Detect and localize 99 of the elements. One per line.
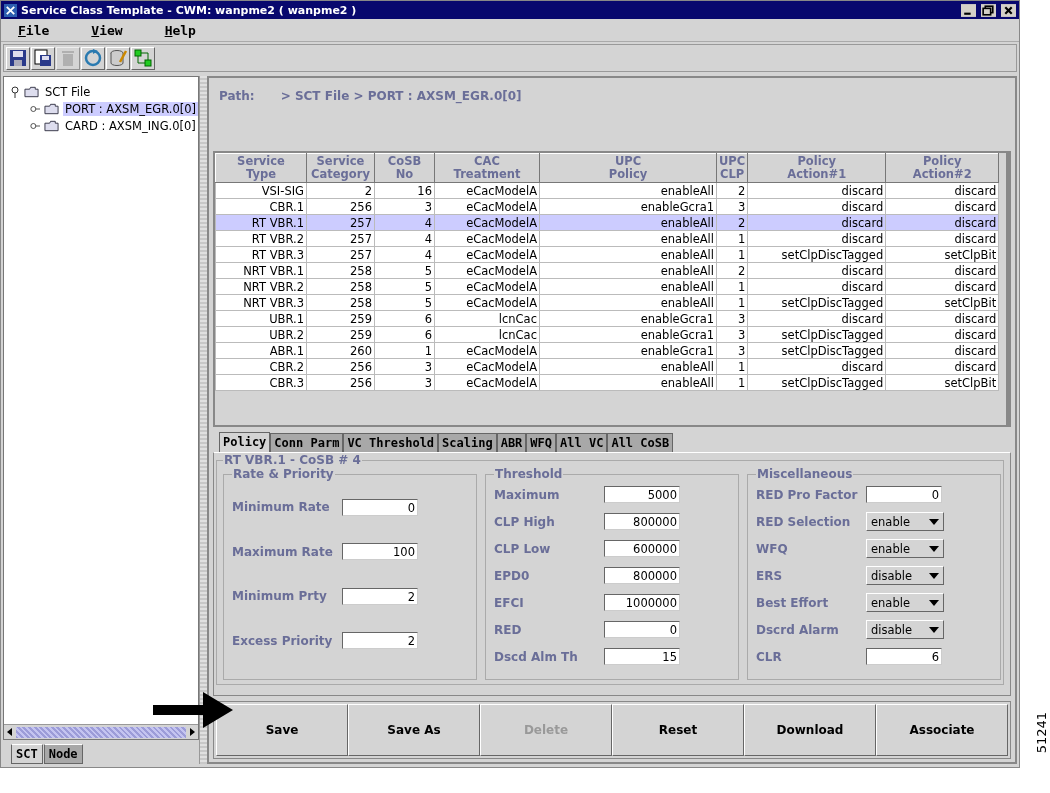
tree-item[interactable]: PORT : AXSM_EGR.0[0]	[63, 101, 199, 116]
folder-icon	[44, 119, 59, 132]
field-label: RED	[494, 622, 523, 637]
scrollbar[interactable]	[4, 724, 199, 739]
input-field[interactable]: 100	[342, 543, 418, 561]
table-row[interactable]: UBR.1 259 6 lcnCac enableGcra1 3 discard discard	[215, 310, 999, 327]
field-label: CLP Low	[494, 541, 552, 556]
tree-item[interactable]: SCT File	[43, 84, 93, 99]
group-title: Miscellaneous	[756, 467, 854, 481]
input-field[interactable]: 800000	[604, 567, 680, 584]
field-label: Best Effort	[756, 595, 830, 610]
table-row[interactable]: NRT VBR.2 258 5 eCacModelA enableAll 1 discard discard	[215, 278, 999, 295]
table-row[interactable]: RT VBR.3 257 4 eCacModelA enableAll 1 setClpDiscTagged setClpBit	[215, 246, 999, 263]
dropdown[interactable]: enable	[866, 512, 944, 531]
path-label: Path:	[219, 89, 255, 105]
group-title: Rate & Priority	[232, 467, 335, 481]
table-row[interactable]: RT VBR.2 257 4 eCacModelA enableAll 1 discard discard	[215, 230, 999, 247]
arrow-icon	[153, 690, 233, 730]
dropdown[interactable]: disable	[866, 566, 944, 585]
database-pencil-icon[interactable]	[106, 46, 130, 70]
window-title: Service Class Template - CWM: wanpme2 ( wanpme2 )	[21, 3, 357, 17]
caret-icon	[929, 572, 939, 579]
input-field[interactable]: 2	[342, 587, 418, 605]
tab[interactable]: WFQ	[526, 433, 557, 452]
field-label: RED Pro Factor	[756, 487, 859, 502]
field-label: Dscrd Alarm	[756, 622, 840, 637]
dropdown[interactable]: enable	[866, 539, 944, 558]
floppy-page-icon[interactable]	[31, 46, 55, 70]
input-field[interactable]: 0	[604, 621, 680, 638]
path-value: > SCT File > PORT : AXSM_EGR.0[0]	[280, 89, 522, 106]
folder-icon	[24, 85, 39, 98]
tab[interactable]: Policy	[219, 432, 271, 452]
x-logo-icon	[4, 3, 17, 17]
table-row[interactable]: NRT VBR.1 258 5 eCacModelA enableAll 2 discard discard	[215, 262, 999, 279]
figure-number: 51241	[1034, 712, 1049, 754]
field-label: ERS	[756, 568, 784, 583]
field-label: EPD0	[494, 568, 531, 583]
maximize-icon[interactable]	[981, 3, 996, 17]
field-label: Excess Priority	[232, 633, 334, 648]
group-title: Threshold	[494, 467, 564, 481]
field-label: Maximum Rate	[232, 544, 334, 559]
dropdown[interactable]: disable	[866, 620, 944, 639]
action-button[interactable]: Save As	[348, 704, 480, 756]
field-label: Maximum	[494, 487, 561, 502]
table-row[interactable]: CBR.2 256 3 eCacModelA enableAll 1 discard discard	[215, 358, 999, 375]
field-label: EFCI	[494, 595, 525, 610]
tree-item[interactable]: CARD : AXSM_ING.0[0]	[63, 118, 198, 133]
caret-icon	[929, 545, 939, 552]
scroll-left-icon[interactable]	[6, 728, 14, 736]
field-label: CLP High	[494, 514, 556, 529]
tab[interactable]: All VC	[556, 433, 608, 452]
table-row[interactable]: NRT VBR.3 258 5 eCacModelA enableAll 1 setClpDiscTagged setClpBit	[215, 294, 999, 311]
menu-item[interactable]: Help	[164, 22, 196, 38]
action-button[interactable]: Reset	[612, 704, 744, 756]
tab[interactable]: All CoSB	[607, 433, 674, 452]
action-button[interactable]: Save	[216, 704, 348, 756]
action-button[interactable]: Download	[744, 704, 876, 756]
caret-icon	[929, 626, 939, 633]
table-row[interactable]: UBR.2 259 6 lcnCac enableGcra1 3 setClpDiscTagged discard	[215, 326, 999, 343]
field-label: WFQ	[756, 541, 789, 556]
table-row[interactable]: RT VBR.1 257 4 eCacModelA enableAll 2 discard discard	[215, 214, 999, 231]
table-row[interactable]: VSI-SIG 2 16 eCacModelA enableAll 2 discard discard	[215, 182, 999, 199]
menu-item[interactable]: File	[18, 22, 50, 38]
tab[interactable]: Conn Parm	[270, 433, 344, 452]
field-label: Minimum Rate	[232, 500, 331, 515]
tab[interactable]: SCT	[11, 744, 43, 764]
table-row[interactable]: CBR.3 256 3 eCacModelA enableAll 1 setClpDiscTagged setClpBit	[215, 374, 999, 391]
tab[interactable]: ABR	[496, 433, 527, 452]
input-field[interactable]: 2	[342, 632, 418, 650]
close-icon[interactable]	[1001, 3, 1016, 17]
field-label: RED Selection	[756, 514, 852, 529]
field-label: Minimum Prty	[232, 589, 328, 604]
minimize-icon[interactable]	[961, 3, 976, 17]
tab[interactable]: VC Threshold	[343, 433, 439, 452]
table-row[interactable]: CBR.1 256 3 eCacModelA enableGcra1 3 discard discard	[215, 198, 999, 215]
refresh-icon[interactable]	[81, 46, 105, 70]
input-field[interactable]: 600000	[604, 540, 680, 557]
input-field[interactable]: 0	[342, 498, 418, 516]
dropdown[interactable]: enable	[866, 593, 944, 612]
table-row[interactable]: ABR.1 260 1 eCacModelA enableGcra1 3 setClpDiscTagged discard	[215, 342, 999, 359]
input-field[interactable]: 1000000	[604, 594, 680, 611]
action-button[interactable]: Associate	[876, 704, 1008, 756]
tab[interactable]: Scaling	[438, 433, 497, 452]
folder-icon	[44, 102, 59, 115]
caret-icon	[929, 518, 939, 525]
connection-icon[interactable]	[131, 46, 155, 70]
menu-item[interactable]: View	[91, 22, 123, 38]
tree-toggle-icon[interactable]	[10, 85, 20, 98]
input-field[interactable]: 5000	[604, 486, 680, 503]
input-field[interactable]: 15	[604, 648, 680, 665]
field-label: CLR	[756, 649, 783, 664]
frame-title: RT VBR.1 - CoSB # 4	[223, 453, 362, 467]
splitter-handle[interactable]	[199, 76, 207, 764]
input-field[interactable]: 0	[866, 486, 942, 503]
caret-icon	[929, 599, 939, 606]
input-field[interactable]: 6	[866, 648, 942, 665]
tab[interactable]: Node	[43, 744, 83, 764]
field-label: Dscd Alm Th	[494, 649, 579, 664]
input-field[interactable]: 800000	[604, 513, 680, 530]
